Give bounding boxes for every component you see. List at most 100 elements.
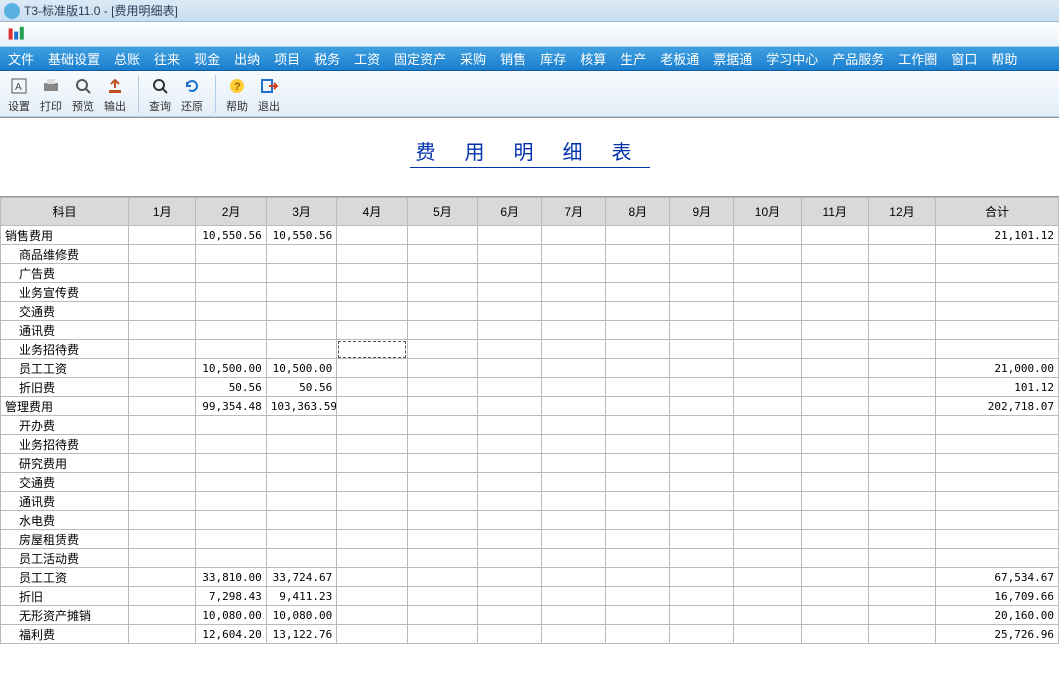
total-cell[interactable] xyxy=(936,245,1059,264)
total-cell[interactable] xyxy=(936,302,1059,321)
toolbar-exit-button[interactable]: 退出 xyxy=(254,73,284,116)
col-header[interactable]: 9月 xyxy=(670,198,734,226)
data-cell[interactable] xyxy=(407,549,477,568)
menu-16[interactable]: 票据通 xyxy=(713,49,752,68)
data-cell[interactable] xyxy=(266,245,336,264)
data-cell[interactable] xyxy=(407,416,477,435)
data-cell[interactable] xyxy=(478,416,542,435)
data-cell[interactable]: 13,122.76 xyxy=(266,625,336,644)
col-header[interactable]: 12月 xyxy=(868,198,935,226)
data-cell[interactable] xyxy=(542,549,606,568)
data-cell[interactable] xyxy=(196,492,266,511)
data-cell[interactable]: 33,810.00 xyxy=(196,568,266,587)
data-cell[interactable] xyxy=(734,264,801,283)
data-cell[interactable] xyxy=(266,283,336,302)
data-cell[interactable] xyxy=(266,264,336,283)
total-cell[interactable]: 25,726.96 xyxy=(936,625,1059,644)
data-cell[interactable] xyxy=(337,378,407,397)
data-cell[interactable] xyxy=(734,397,801,416)
data-cell[interactable] xyxy=(542,511,606,530)
col-header[interactable]: 合计 xyxy=(936,198,1059,226)
data-cell[interactable] xyxy=(129,264,196,283)
data-cell[interactable] xyxy=(129,321,196,340)
data-cell[interactable] xyxy=(266,416,336,435)
data-cell[interactable] xyxy=(734,492,801,511)
toolbar-print-button[interactable]: 打印 xyxy=(36,73,66,116)
data-cell[interactable] xyxy=(407,378,477,397)
menu-5[interactable]: 出纳 xyxy=(234,49,260,68)
menu-18[interactable]: 产品服务 xyxy=(832,49,884,68)
total-cell[interactable]: 101.12 xyxy=(936,378,1059,397)
data-cell[interactable]: 9,411.23 xyxy=(266,587,336,606)
col-header[interactable]: 1月 xyxy=(129,198,196,226)
account-cell[interactable]: 业务招待费 xyxy=(1,435,129,454)
data-cell[interactable] xyxy=(129,625,196,644)
data-cell[interactable] xyxy=(407,264,477,283)
data-cell[interactable] xyxy=(868,340,935,359)
data-cell[interactable] xyxy=(542,492,606,511)
account-cell[interactable]: 广告费 xyxy=(1,264,129,283)
account-cell[interactable]: 管理费用 xyxy=(1,397,129,416)
data-cell[interactable] xyxy=(606,625,670,644)
data-cell[interactable] xyxy=(266,454,336,473)
data-cell[interactable] xyxy=(478,530,542,549)
total-cell[interactable]: 16,709.66 xyxy=(936,587,1059,606)
data-cell[interactable] xyxy=(670,511,734,530)
account-cell[interactable]: 交通费 xyxy=(1,302,129,321)
data-cell[interactable] xyxy=(542,625,606,644)
data-cell[interactable] xyxy=(196,264,266,283)
total-cell[interactable] xyxy=(936,473,1059,492)
data-cell[interactable] xyxy=(670,264,734,283)
data-cell[interactable] xyxy=(407,397,477,416)
data-cell[interactable] xyxy=(407,606,477,625)
data-cell[interactable] xyxy=(734,473,801,492)
account-cell[interactable]: 业务宣传费 xyxy=(1,283,129,302)
data-cell[interactable] xyxy=(196,454,266,473)
data-cell[interactable] xyxy=(868,568,935,587)
menu-19[interactable]: 工作圈 xyxy=(898,49,937,68)
data-cell[interactable] xyxy=(337,397,407,416)
menu-7[interactable]: 税务 xyxy=(314,49,340,68)
data-cell[interactable] xyxy=(734,549,801,568)
data-cell[interactable] xyxy=(337,568,407,587)
data-cell[interactable] xyxy=(868,530,935,549)
data-cell[interactable] xyxy=(606,378,670,397)
data-cell[interactable] xyxy=(266,302,336,321)
data-cell[interactable] xyxy=(542,530,606,549)
data-cell[interactable] xyxy=(542,245,606,264)
data-cell[interactable] xyxy=(542,587,606,606)
data-cell[interactable] xyxy=(606,530,670,549)
data-cell[interactable] xyxy=(670,625,734,644)
total-cell[interactable] xyxy=(936,511,1059,530)
data-cell[interactable] xyxy=(266,473,336,492)
account-cell[interactable]: 交通费 xyxy=(1,473,129,492)
menu-2[interactable]: 总账 xyxy=(114,49,140,68)
data-cell[interactable] xyxy=(196,473,266,492)
data-cell[interactable] xyxy=(801,397,868,416)
total-cell[interactable]: 21,000.00 xyxy=(936,359,1059,378)
data-cell[interactable] xyxy=(801,264,868,283)
data-cell[interactable] xyxy=(196,321,266,340)
data-cell[interactable] xyxy=(868,302,935,321)
data-cell[interactable] xyxy=(734,340,801,359)
account-cell[interactable]: 折旧费 xyxy=(1,378,129,397)
menu-3[interactable]: 往来 xyxy=(154,49,180,68)
data-cell[interactable] xyxy=(670,378,734,397)
data-cell[interactable] xyxy=(670,245,734,264)
data-cell[interactable] xyxy=(337,226,407,245)
data-cell[interactable] xyxy=(129,473,196,492)
account-cell[interactable]: 开办费 xyxy=(1,416,129,435)
data-cell[interactable] xyxy=(407,492,477,511)
account-cell[interactable]: 销售费用 xyxy=(1,226,129,245)
data-cell[interactable] xyxy=(801,454,868,473)
data-cell[interactable] xyxy=(868,283,935,302)
data-cell[interactable] xyxy=(478,340,542,359)
toolbar-settings-button[interactable]: A设置 xyxy=(4,73,34,116)
data-cell[interactable] xyxy=(606,321,670,340)
account-cell[interactable]: 研究费用 xyxy=(1,454,129,473)
data-cell[interactable] xyxy=(337,302,407,321)
menu-6[interactable]: 项目 xyxy=(274,49,300,68)
data-cell[interactable] xyxy=(606,226,670,245)
data-cell[interactable] xyxy=(734,245,801,264)
data-cell[interactable] xyxy=(196,340,266,359)
